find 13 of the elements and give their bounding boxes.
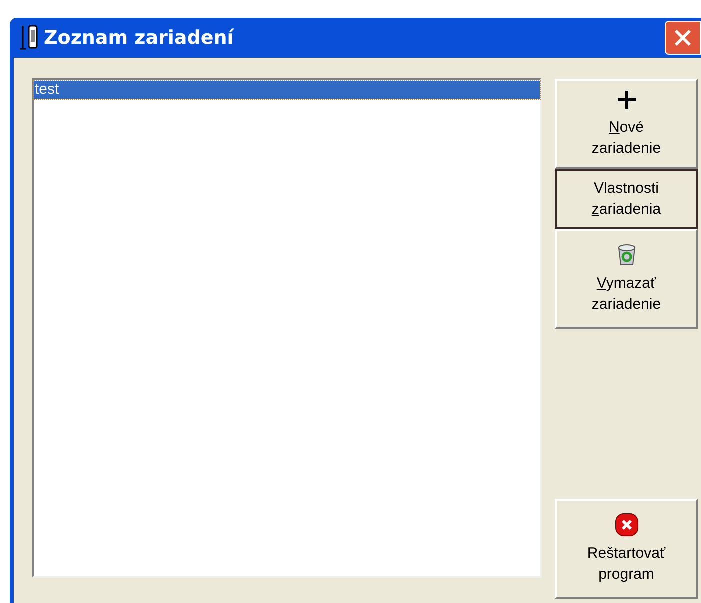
toolbar-button[interactable]: Vymazať zariadenie [555, 229, 698, 329]
toolbar-button[interactable]: Nové zariadenie [555, 79, 698, 169]
plus-icon [616, 89, 638, 111]
recycle-bin-icon [616, 243, 636, 267]
device-icon [18, 24, 40, 52]
close-button[interactable] [665, 21, 701, 55]
close-icon [673, 28, 693, 48]
toolbar-button[interactable]: Vlastnosti zariadenia [555, 169, 698, 229]
error-icon [614, 513, 638, 537]
toolbar-button[interactable]: Reštartovať program [555, 499, 698, 599]
window-title: Zoznam zariadení [44, 26, 234, 51]
list-item[interactable]: test [34, 81, 540, 99]
device-list[interactable]: test [32, 78, 542, 578]
